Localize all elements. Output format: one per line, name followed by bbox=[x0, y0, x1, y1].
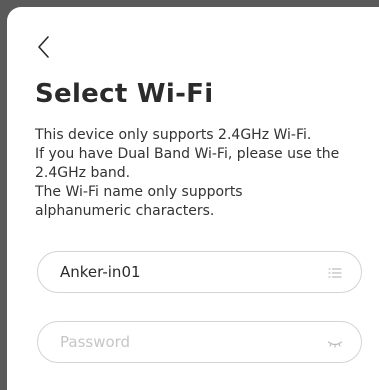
eye-closed-icon[interactable] bbox=[327, 335, 343, 351]
description-line: 2.4GHz band. bbox=[35, 165, 131, 181]
wifi-name-field[interactable] bbox=[37, 251, 362, 293]
chevron-left-icon bbox=[38, 36, 49, 58]
page-title: Select Wi-Fi bbox=[35, 79, 214, 109]
list-icon[interactable] bbox=[327, 265, 343, 281]
wifi-setup-card: Select Wi-Fi This device only supports 2… bbox=[7, 7, 379, 390]
wifi-name-input[interactable] bbox=[60, 252, 310, 292]
description-line: If you have Dual Band Wi-Fi, please use … bbox=[35, 146, 340, 162]
password-field[interactable] bbox=[37, 321, 362, 363]
description-line: The Wi-Fi name only supports bbox=[35, 184, 243, 200]
description-text: This device only supports 2.4GHz Wi-Fi. … bbox=[35, 126, 375, 221]
description-line: alphanumeric characters. bbox=[35, 203, 215, 219]
password-input[interactable] bbox=[60, 322, 310, 362]
description-line: This device only supports 2.4GHz Wi-Fi. bbox=[35, 127, 312, 143]
back-button[interactable] bbox=[33, 33, 57, 61]
